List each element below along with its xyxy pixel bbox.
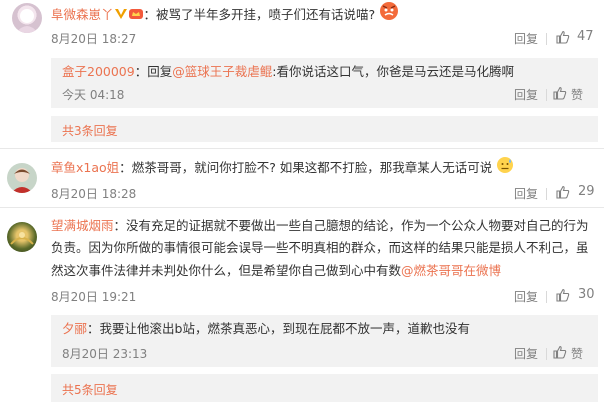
subreply-prefix: 回复 — [147, 64, 173, 79]
like-label: 赞 — [571, 88, 584, 102]
comment-username[interactable]: 阜微森崽丫 — [51, 7, 114, 22]
comment-text: 燃茶哥哥，就问你打脸不? 如果这都不打脸，那我章某人无话可说 — [131, 160, 493, 175]
divider — [546, 33, 547, 45]
avatar[interactable] — [12, 3, 42, 33]
divider — [0, 207, 604, 208]
comment-time: 8月20日 18:28 — [51, 187, 137, 201]
reply-button[interactable]: 回复 — [514, 86, 538, 103]
divider — [546, 188, 547, 200]
reply-button[interactable]: 回复 — [514, 345, 538, 362]
subreply-username[interactable]: 夕郦 — [62, 321, 87, 336]
divider — [546, 89, 547, 101]
comment-text-line: 然这次事件法律并未判处你什么，但是希望你自己做到心中有数 — [51, 263, 402, 278]
comment-text-line: 负责。因为你所做的事情很可能会误导一些不明真相的群众，而这样的结果只能是损人不利… — [51, 240, 589, 255]
more-replies-link[interactable]: 共3条回复 — [62, 122, 118, 139]
comment-text: 被骂了半年多开挂，喷子们还有话说喵? — [156, 7, 376, 22]
mention-link[interactable]: @篮球王子裁虐鲲 — [172, 64, 272, 79]
mention-link[interactable]: @燃茶哥哥在微博 — [401, 263, 501, 278]
comment-time: 8月20日 19:21 — [51, 290, 137, 304]
comment-username[interactable]: 章鱼x1ao姐 — [51, 160, 119, 175]
divider — [546, 348, 547, 360]
sweat-emoji-icon — [496, 156, 514, 181]
subreply-username[interactable]: 盒子200009 — [62, 64, 135, 79]
thumbs-up-icon[interactable] — [556, 185, 570, 199]
thumbs-up-icon[interactable] — [556, 288, 570, 302]
subreply-time: 今天 04:18 — [62, 88, 125, 102]
reply-button[interactable]: 回复 — [514, 288, 538, 305]
subreply-text: :看你说话这口气，你爸是马云还是马化腾啊 — [272, 64, 514, 79]
more-replies-box — [51, 374, 598, 402]
more-replies-box — [51, 116, 598, 142]
comment-text-line: 没有充足的证据就不要做出一些自己臆想的结论，作为一个公众人物要对自己的行为 — [126, 218, 589, 233]
avatar[interactable] — [7, 222, 37, 252]
comment-time: 8月20日 18:27 — [51, 32, 137, 46]
like-count: 30 — [578, 287, 595, 302]
thumbs-up-icon[interactable] — [556, 30, 570, 44]
vip-badge-icon — [114, 6, 128, 28]
subreply-text: 我要让他滚出b站，燃茶真恶心，到现在屁都不放一声，道歉也没有 — [99, 321, 470, 336]
angry-emoji-icon — [379, 1, 399, 28]
like-count: 47 — [577, 29, 594, 44]
reply-button[interactable]: 回复 — [514, 30, 538, 47]
thumbs-up-icon[interactable] — [553, 86, 567, 100]
thumbs-up-icon[interactable] — [553, 345, 567, 359]
like-count: 29 — [578, 184, 595, 199]
subreply-time: 8月20日 23:13 — [62, 347, 148, 361]
crown-badge-icon — [128, 6, 144, 28]
comment-username[interactable]: 望满城烟雨 — [51, 218, 114, 233]
more-replies-link[interactable]: 共5条回复 — [62, 381, 118, 398]
reply-button[interactable]: 回复 — [514, 185, 538, 202]
divider — [0, 148, 604, 149]
divider — [546, 291, 547, 303]
like-label: 赞 — [571, 347, 584, 361]
avatar[interactable] — [7, 163, 37, 193]
